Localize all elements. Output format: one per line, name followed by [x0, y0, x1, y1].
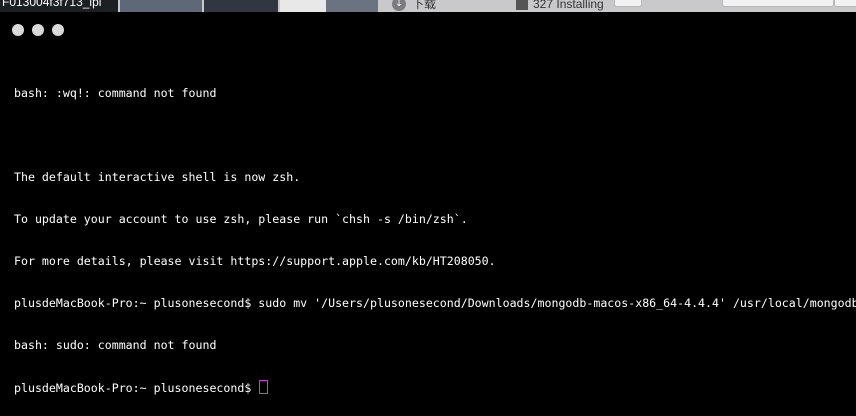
downloads-label: 下载 — [412, 0, 437, 11]
install-progress-label: 327 Installing — [533, 0, 604, 11]
minimize-window-button[interactable] — [32, 24, 44, 36]
terminal-line: plusdeMacBook-Pro:~ plusonesecond$ sudo … — [14, 296, 856, 310]
image-thumbnail[interactable]: F013004f3f713_ipi — [0, 0, 118, 12]
image-thumbnail[interactable] — [120, 0, 202, 12]
terminal-line: To update your account to use zsh, pleas… — [14, 212, 468, 226]
background-desktop-strip: F013004f3f713_ipi ↓ 下载 327 Installing — [0, 0, 856, 12]
terminal-line: The default interactive shell is now zsh… — [14, 170, 301, 184]
shell-prompt: plusdeMacBook-Pro:~ plusonesecond$ — [14, 381, 259, 395]
text-cursor — [259, 380, 269, 394]
image-thumbnail[interactable] — [326, 0, 378, 12]
toolbar-segmented-control[interactable] — [722, 0, 834, 7]
toolbar-button[interactable] — [614, 0, 642, 7]
screen: F013004f3f713_ipi ↓ 下载 327 Installing ba… — [0, 0, 856, 416]
thumbnail-filename: F013004f3f713_ipi — [2, 0, 102, 9]
image-thumbnail[interactable] — [280, 0, 326, 12]
download-arrow-icon: ↓ — [392, 0, 406, 11]
terminal-prompt-line[interactable]: plusdeMacBook-Pro:~ plusonesecond$ — [14, 380, 856, 395]
close-window-button[interactable] — [12, 24, 24, 36]
toolbar-button[interactable] — [834, 0, 856, 7]
terminal-line: For more details, please visit https://s… — [14, 254, 496, 268]
package-icon — [516, 0, 528, 10]
install-progress-item[interactable]: 327 Installing — [516, 0, 604, 12]
terminal-output[interactable]: bash: :wq!: command not found The defaul… — [14, 58, 856, 416]
terminal-window[interactable]: bash: :wq!: command not found The defaul… — [0, 12, 856, 416]
window-controls — [12, 24, 64, 36]
terminal-line: bash: sudo: command not found — [14, 338, 217, 352]
zoom-window-button[interactable] — [52, 24, 64, 36]
terminal-line: bash: :wq!: command not found — [14, 86, 217, 100]
downloads-item[interactable]: ↓ 下载 — [392, 0, 436, 12]
image-thumbnail[interactable] — [204, 0, 278, 12]
